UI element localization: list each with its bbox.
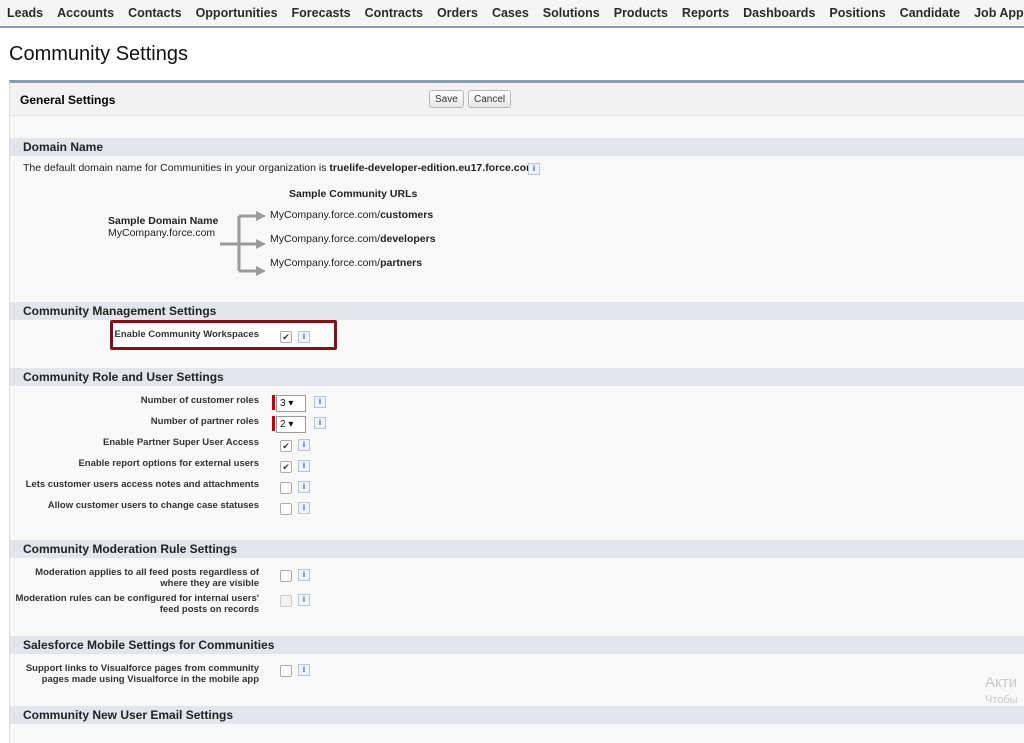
section-title: Community New User Email Settings	[23, 708, 234, 722]
general-settings-bar: General Settings Save Cancel	[10, 83, 1024, 116]
visualforce-links-checkbox[interactable]	[280, 665, 292, 677]
moderation-all-posts-label: Moderation applies to all feed posts reg…	[35, 567, 259, 589]
section-title: Community Management Settings	[23, 304, 217, 318]
role-setting-label: Enable Partner Super User Access	[103, 437, 259, 448]
section-title: Domain Name	[23, 140, 104, 154]
role-user-settings-section: Community Role and User Settings	[10, 368, 1024, 386]
info-icon[interactable]: i	[314, 417, 326, 429]
general-settings-title: General Settings	[20, 93, 116, 107]
role-setting-label: Lets customer users access notes and att…	[25, 479, 259, 490]
nav-item-job-application[interactable]: Job Application	[967, 6, 1024, 20]
sample-url-customers: MyCompany.force.com/customers	[270, 209, 434, 221]
info-icon[interactable]: i	[298, 331, 310, 343]
nav-item-forecasts[interactable]: Forecasts	[285, 6, 358, 20]
sample-url-partners: MyCompany.force.com/partners	[270, 257, 423, 269]
nav-item-candidate[interactable]: Candidate	[893, 6, 967, 20]
nav-item-dashboards[interactable]: Dashboards	[736, 6, 822, 20]
info-icon[interactable]: i	[298, 502, 310, 514]
settings-panel: General Settings Save Cancel Domain Name…	[9, 80, 1024, 743]
nav-item-opportunities[interactable]: Opportunities	[189, 6, 285, 20]
required-indicator	[272, 395, 275, 410]
role-setting-checkbox[interactable]: ✔	[280, 461, 292, 473]
nav-item-positions[interactable]: Positions	[822, 6, 892, 20]
branch-arrows-icon	[220, 211, 266, 276]
nav-item-leads[interactable]: Leads	[0, 6, 50, 20]
sample-domain-label: Sample Domain Name	[108, 215, 219, 227]
cancel-button[interactable]: Cancel	[468, 90, 512, 108]
role-setting-label: Allow customer users to change case stat…	[47, 500, 259, 511]
moderation-section: Community Moderation Rule Settings	[10, 540, 1024, 558]
sample-domain-value: MyCompany.force.com	[108, 227, 216, 239]
info-icon[interactable]: i	[298, 439, 310, 451]
info-icon[interactable]: i	[298, 569, 310, 581]
info-icon[interactable]: i	[298, 664, 310, 676]
info-icon[interactable]: i	[528, 163, 540, 175]
mobile-settings-section: Salesforce Mobile Settings for Communiti…	[10, 636, 1024, 654]
enable-workspaces-label: Enable Community Workspaces	[114, 329, 259, 340]
info-icon[interactable]: i	[298, 460, 310, 472]
nav-item-orders[interactable]: Orders	[430, 6, 485, 20]
nav-item-accounts[interactable]: Accounts	[50, 6, 121, 20]
nav-item-reports[interactable]: Reports	[675, 6, 736, 20]
partner-roles-select[interactable]: 2 ▾	[276, 416, 306, 433]
partner-roles-label: Number of partner roles	[150, 416, 259, 427]
nav-item-solutions[interactable]: Solutions	[536, 6, 607, 20]
role-setting-checkbox[interactable]: ✔	[280, 440, 292, 452]
required-indicator	[272, 416, 275, 431]
info-icon[interactable]: i	[298, 594, 310, 606]
enable-workspaces-checkbox[interactable]: ✔	[280, 331, 292, 343]
sample-urls-header: Sample Community URLs	[289, 188, 418, 200]
moderation-internal-users-checkbox[interactable]	[280, 595, 292, 607]
nav-item-cases[interactable]: Cases	[485, 6, 536, 20]
nav-item-contracts[interactable]: Contracts	[358, 6, 430, 20]
role-setting-checkbox[interactable]	[280, 482, 292, 494]
role-setting-label: Enable report options for external users	[78, 458, 259, 469]
new-user-email-section: Community New User Email Settings	[10, 706, 1024, 724]
top-navigation: Leads Accounts Contacts Opportunities Foreca…	[0, 0, 1024, 28]
customer-roles-label: Number of customer roles	[140, 395, 259, 406]
domain-name-section: Domain Name	[10, 138, 1024, 156]
moderation-internal-users-label: Moderation rules can be configured for i…	[15, 593, 260, 615]
section-title: Community Moderation Rule Settings	[23, 542, 238, 556]
sample-url-developers: MyCompany.force.com/developers	[270, 233, 436, 245]
role-setting-checkbox[interactable]	[280, 503, 292, 515]
info-icon[interactable]: i	[314, 396, 326, 408]
activation-watermark-sub: Чтобы	[985, 694, 1018, 706]
section-title: Salesforce Mobile Settings for Communiti…	[23, 638, 275, 652]
community-management-section: Community Management Settings	[10, 302, 1024, 320]
section-title: Community Role and User Settings	[23, 370, 224, 384]
customer-roles-select[interactable]: 3 ▾	[276, 395, 306, 412]
activation-watermark: Акти	[985, 674, 1017, 691]
default-domain-text: The default domain name for Communities …	[23, 162, 536, 174]
visualforce-links-label: Support links to Visualforce pages from …	[25, 663, 259, 685]
moderation-all-posts-checkbox[interactable]	[280, 570, 292, 582]
save-button[interactable]: Save	[429, 90, 464, 108]
page-title: Community Settings	[9, 43, 188, 65]
domain-value: truelife-developer-edition.eu17.force.co…	[329, 162, 536, 174]
nav-item-products[interactable]: Products	[607, 6, 675, 20]
info-icon[interactable]: i	[298, 481, 310, 493]
nav-item-contacts[interactable]: Contacts	[121, 6, 188, 20]
